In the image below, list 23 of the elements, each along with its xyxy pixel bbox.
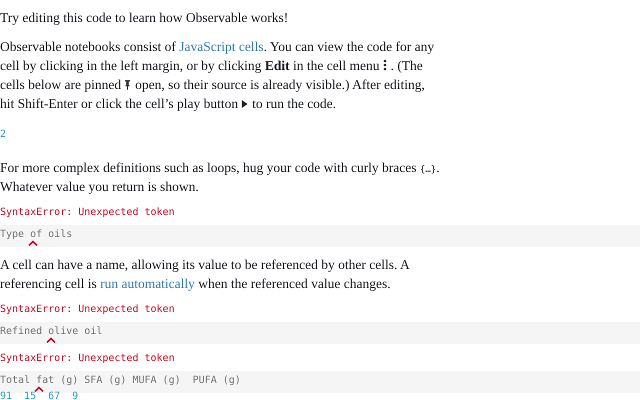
paragraph: Observable notebooks consist of JavaScript cells. You can view the code for any cell by clicking in the left margin, or by clicking Edit in the cell menu . (The cells below are pinned open, so their source is already visible.) After editing, hit Shift-Enter or click the cell’s play button to run the code. (0, 38, 436, 113)
caret-icon (34, 386, 44, 392)
more-icon (382, 59, 387, 71)
output-value: 67 (48, 391, 60, 400)
caret-icon (28, 240, 38, 246)
output-value: 9 (72, 391, 78, 400)
error-message: SyntaxError: Unexpected token (0, 303, 176, 317)
code-line: Type of oils (0, 229, 640, 241)
pin-icon (124, 79, 132, 90)
link[interactable]: run automatically (100, 276, 195, 291)
paragraph: A cell can have a name, allowing its value to be referenced by other cells. A referencing cell is run automatically when the referenced value changes. (0, 256, 410, 293)
error-message: SyntaxError: Unexpected token (0, 206, 176, 220)
code-line: Total fat (g) SFA (g) MUFA (g) PUFA (g) (0, 375, 640, 387)
output-value: 91 (0, 391, 12, 400)
error-message: SyntaxError: Unexpected token (0, 352, 176, 366)
caret-icon (46, 337, 56, 343)
paragraph: For more complex definitions such as loops, hug your code with curly braces {…}. Whatever value you return is shown. (0, 159, 440, 196)
paragraph: Try editing this code to learn how Observable works! (0, 9, 290, 27)
link[interactable]: JavaScript cells (179, 39, 264, 54)
output-value: 2 (0, 128, 8, 142)
play-icon (241, 99, 248, 109)
code-line: Refined olive oil (0, 326, 640, 338)
output-value: 15 (24, 391, 36, 400)
